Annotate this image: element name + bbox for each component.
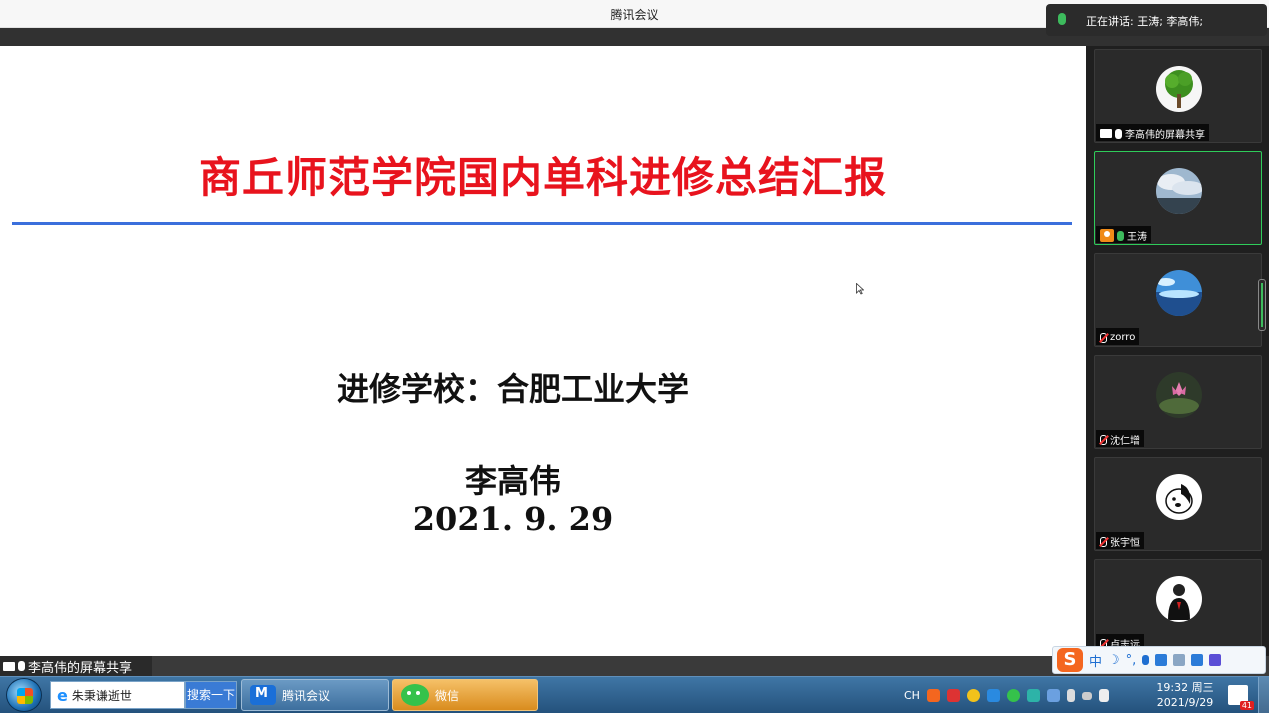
mic-icon [18,661,25,671]
tencent-meeting-window: 腾讯会议 正在讲话: 王涛; 李高伟; 商丘师范学院国内单科进修总结汇报 进修学… [0,0,1269,713]
mic-icon [1117,230,1124,241]
screen-share-label: 李高伟的屏幕共享 [0,656,152,676]
signal-icon[interactable] [1081,691,1092,700]
cartoon-dog-avatar [1156,474,1202,520]
participant-label: 沈仁增 [1096,430,1144,447]
taskbar-clock[interactable]: 19:32 周三 2021/9/29 [1150,680,1220,710]
app-label: 微信 [435,688,460,703]
search-text: 朱秉谦逝世 [71,688,132,703]
mic-muted-icon [1100,536,1107,547]
wechat-icon [401,684,429,706]
participant-tile[interactable]: zorro [1094,253,1262,347]
participant-label: 张宇恒 [1096,532,1144,549]
keyboard-icon[interactable] [1155,654,1168,666]
lake-avatar [1156,270,1202,316]
screen-share-icon [3,661,15,671]
participant-name: 王涛 [1127,232,1147,243]
participant-name: 李高伟的屏幕共享 [1125,130,1205,141]
lotus-avatar [1156,372,1202,418]
ie-icon: e [57,685,68,705]
ime-toolbar[interactable]: S 中 ☽ °, [1052,646,1266,674]
sogou-logo-icon[interactable]: S [1057,648,1083,672]
sky-landscape-avatar [1156,168,1202,214]
clock-date: 2021/9/29 [1156,696,1214,709]
mic-icon [1058,13,1066,25]
participant-tile[interactable]: 李高伟的屏幕共享 [1094,49,1262,143]
participant-label: zorro [1096,328,1140,345]
share-label-text: 李高伟的屏幕共享 [28,660,133,676]
tray-language[interactable]: CH [904,689,920,702]
voice-input-icon[interactable] [1142,655,1150,665]
screen-share-icon [1100,129,1112,138]
sogou-tray-icon[interactable] [926,689,940,702]
tree-avatar [1156,66,1202,112]
mic-muted-icon [1100,434,1107,445]
speaking-text: 正在讲话: 王涛; 李高伟; [1086,15,1204,28]
notification-center-icon[interactable] [1228,685,1254,710]
participant-name: zorro [1110,332,1136,343]
participant-name: 张宇恒 [1110,538,1140,549]
mouse-cursor-icon [856,283,864,295]
ime-language-toggle[interactable]: 中 [1089,651,1102,670]
slide-date: 2021. 9. 29 [412,500,614,538]
toolbox-icon[interactable] [1209,654,1222,666]
tencent-meeting-icon [250,685,276,705]
participant-tile[interactable]: 张宇恒 [1094,457,1262,551]
windows-taskbar: e 朱秉谦逝世 搜索一下 腾讯会议 微信 CH 19:32 周三 202 [0,676,1269,713]
participant-label: 王涛 [1096,226,1151,243]
clock-time: 19:32 周三 [1156,681,1214,694]
participant-name: 沈仁增 [1110,436,1140,447]
participant-tile[interactable]: 沈仁增 [1094,355,1262,449]
host-user-icon [1100,229,1114,242]
participants-panel: 李高伟的屏幕共享 王涛 zorro 沈仁增 张宇恒 [1086,46,1269,656]
wechat-tray-icon[interactable] [1006,689,1020,702]
search-button[interactable]: 搜索一下 [185,681,237,709]
participant-tile[interactable]: 卢志远 [1094,559,1262,653]
tray-app-icon[interactable] [966,689,980,702]
moon-icon[interactable]: ☽ [1108,653,1120,668]
shared-screen-slide: 商丘师范学院国内单科进修总结汇报 进修学校：合肥工业大学 李高伟 2021. 9… [0,46,1086,656]
show-desktop-button[interactable] [1258,677,1269,713]
volume-icon[interactable] [1098,689,1109,702]
mic-icon [1115,128,1122,139]
mic-muted-icon [1100,332,1107,343]
slide-school-line: 进修学校：合肥工业大学 [336,370,689,408]
taskbar-app-wechat[interactable]: 微信 [392,679,538,711]
slide-title: 商丘师范学院国内单科进修总结汇报 [198,153,887,202]
taskbar-app-tencent-meeting[interactable]: 腾讯会议 [241,679,389,711]
app-label: 腾讯会议 [282,688,331,703]
user-icon[interactable] [1173,654,1186,666]
search-box[interactable]: e 朱秉谦逝世 [50,681,185,709]
participant-label: 李高伟的屏幕共享 [1096,124,1209,141]
network-tray-icon[interactable] [1046,689,1060,702]
panel-scrollbar[interactable] [1258,279,1266,331]
wps-tray-icon[interactable] [946,689,960,702]
person-avatar [1156,576,1202,622]
skin-icon[interactable] [1191,654,1204,666]
speaking-indicator: 正在讲话: 王涛; 李高伟; [1046,4,1267,36]
slide-divider [12,222,1072,225]
punctuation-icon[interactable]: °, [1126,653,1137,668]
start-button[interactable] [6,678,42,712]
slide-presenter: 李高伟 [464,462,561,500]
tencent-meeting-tray-icon[interactable] [986,689,1000,702]
media-tray-icon[interactable] [1026,689,1040,702]
battery-icon[interactable] [1066,689,1075,702]
participant-tile[interactable]: 王涛 [1094,151,1262,245]
